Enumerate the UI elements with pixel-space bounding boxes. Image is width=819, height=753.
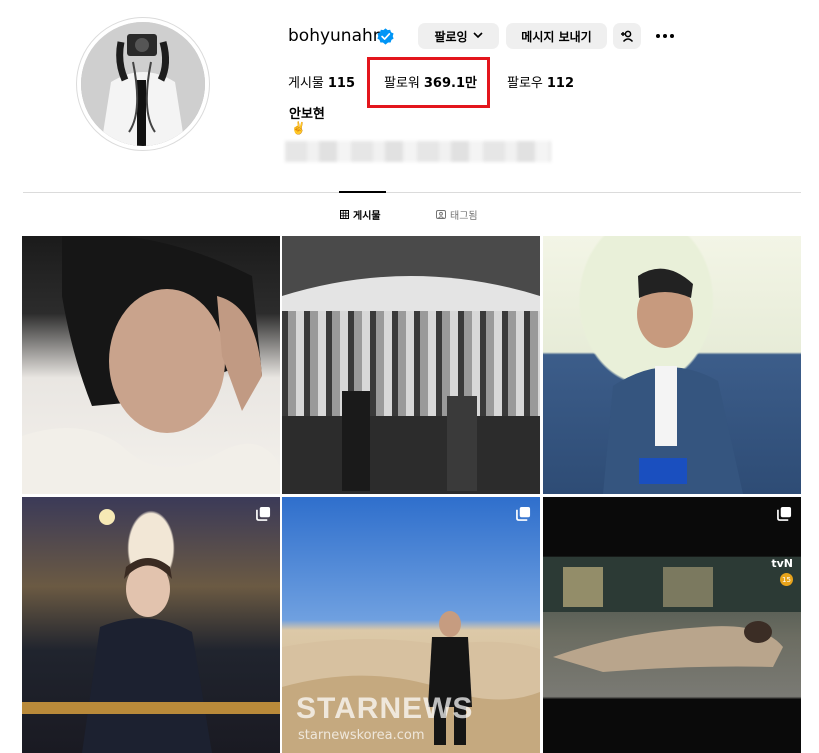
multiple-photos-icon (256, 506, 271, 521)
active-tab-indicator (339, 191, 386, 193)
multiple-photos-icon (516, 506, 531, 521)
chevron-down-icon (472, 31, 483, 42)
posts-count: 115 (327, 76, 356, 91)
post-thumbnail[interactable] (22, 497, 280, 753)
post-thumbnail[interactable] (543, 236, 801, 494)
post-thumbnail[interactable]: STARNEWS starnewskorea.com (282, 497, 540, 753)
following-count: 112 (546, 76, 575, 91)
more-options-icon[interactable] (652, 26, 678, 46)
blurred-bio-text (285, 141, 551, 162)
profile-avatar[interactable] (81, 22, 205, 146)
posts-count-stat: 게시물 115 (288, 72, 355, 91)
grid-icon (340, 210, 349, 219)
suggested-users-button[interactable] (613, 23, 641, 49)
posts-label: 게시물 (288, 76, 324, 91)
post-thumbnail[interactable]: tvN 15 (543, 497, 801, 753)
post-photo-drama-still (543, 557, 801, 672)
following-link[interactable]: 팔로우 112 (507, 72, 574, 91)
multiple-photos-icon (777, 506, 792, 521)
profile-full-name: 안보현 (289, 107, 325, 122)
post-photo-carousel (282, 236, 540, 494)
tab-tagged[interactable]: 태그됨 (436, 207, 478, 222)
tagged-user-icon (436, 210, 446, 219)
age-rating-badge: 15 (780, 573, 793, 586)
following-label: 팔로우 (507, 76, 543, 91)
broadcaster-logo: tvN (771, 557, 793, 570)
add-person-icon (621, 30, 634, 42)
following-button-label: 팔로잉 (434, 29, 468, 44)
post-thumbnail[interactable] (22, 236, 280, 494)
avatar-photo (81, 22, 205, 146)
post-photo-portrait (22, 236, 280, 494)
profile-avatar-ring[interactable] (76, 17, 210, 151)
tab-posts[interactable]: 게시물 (340, 207, 381, 222)
bio-emoji: ✌️ (291, 121, 306, 135)
post-thumbnail[interactable] (282, 236, 540, 494)
tab-posts-label: 게시물 (353, 211, 381, 222)
followers-highlight-box (367, 57, 490, 108)
starnews-url: starnewskorea.com (298, 728, 425, 743)
verified-badge-icon (377, 28, 394, 45)
starnews-watermark: STARNEWS (296, 692, 474, 725)
post-photo-denim (603, 268, 743, 494)
profile-tabs-divider (23, 192, 801, 193)
profile-username: bohyunahn (288, 26, 384, 46)
message-button-label: 메시지 보내기 (521, 29, 592, 44)
following-button[interactable]: 팔로잉 (418, 23, 499, 49)
post-photo-night (22, 509, 280, 753)
message-button[interactable]: 메시지 보내기 (506, 23, 607, 49)
tab-tagged-label: 태그됨 (450, 211, 478, 222)
